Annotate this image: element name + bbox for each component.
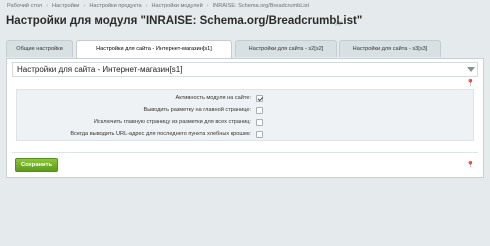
option-label-exclude-main: Исключить главную страницу из разметки д… [93,119,251,125]
save-button[interactable]: Сохранить [15,158,58,172]
star-icon[interactable]: ☆ [333,16,343,29]
tab-general-settings[interactable]: Общие настройки [6,40,73,57]
breadcrumb-separator: › [83,3,86,9]
checkbox-exclude-main[interactable] [256,119,263,126]
checkbox-main-page[interactable] [256,107,263,114]
options-list: Активность модуля на сайте: Выводить раз… [16,89,474,141]
tab-site-s1[interactable]: Настройки для сайта - Интернет-магазин[s… [76,40,232,59]
page-title: Настройки для модуля "INRAISE: Schema.or… [6,15,363,27]
breadcrumb-item[interactable]: Настройки [52,3,79,9]
option-label-module-active: Активность модуля на сайте: [175,95,252,101]
pin-icon[interactable]: 📍 [466,162,475,169]
option-label-main-page: Выводить разметку на главной странице: [143,107,251,113]
panel-footer: Сохранить 📍 [12,152,478,175]
collapse-icon[interactable] [467,67,475,72]
breadcrumb-separator: › [206,3,209,9]
panel-header: Настройки для сайта - Интернет-магазин[s… [12,62,478,77]
tab-site-s2[interactable]: Настройки для сайта - s2[s2] [235,40,337,57]
option-label-last-url: Всегда выводить URL-адрес для последнего… [70,131,251,137]
tab-site-s3[interactable]: Настройки для сайта - s3[s3] [339,40,441,57]
breadcrumb-item[interactable]: Рабочий стол [7,3,42,9]
panel-title: Настройки для сайта - Интернет-магазин[s… [17,65,183,74]
breadcrumb-separator: › [145,3,148,9]
checkbox-last-url[interactable] [256,131,263,138]
checkbox-module-active[interactable] [256,95,263,102]
breadcrumb-separator: › [46,3,48,9]
settings-panel: Настройки для сайта - Интернет-магазин[s… [6,58,484,178]
breadcrumb: Рабочий стол › Настройки › Настройки продукт… [7,3,309,9]
breadcrumb-item[interactable]: Настройки продукта [89,3,141,9]
breadcrumb-item[interactable]: Настройки модулей [151,3,202,9]
breadcrumb-item-current: INRAISE: Schema.org/BreadcrumbList [212,3,309,9]
pin-icon[interactable]: 📍 [466,80,475,87]
